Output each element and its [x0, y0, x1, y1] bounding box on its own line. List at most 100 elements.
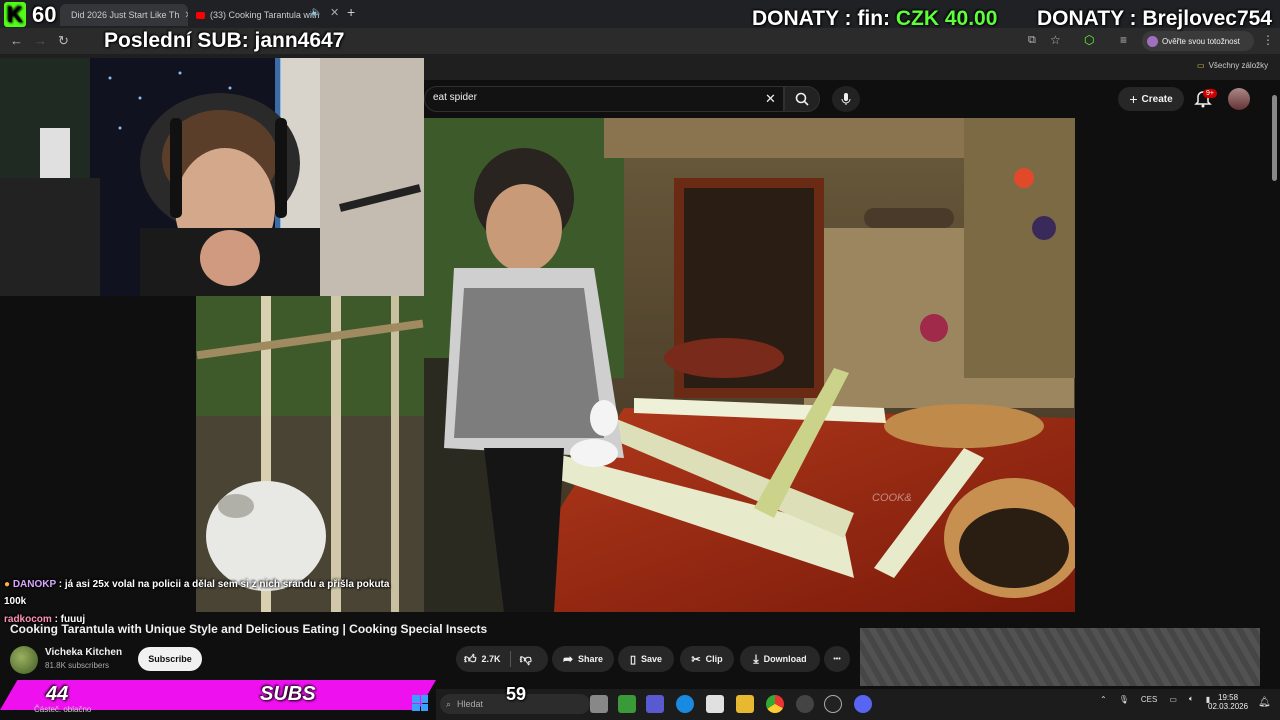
- like-count: 2.7K: [481, 654, 501, 664]
- download-button[interactable]: ⤓ Download: [740, 646, 820, 672]
- tab-1-label: Did 2026 Just Start Like Th: [71, 10, 180, 20]
- profile-button[interactable]: Ověřte svou totožnost: [1142, 31, 1254, 51]
- edge-icon[interactable]: [676, 695, 694, 713]
- dislike-button[interactable]: 👎︎: [520, 652, 532, 667]
- chevron-up-icon[interactable]: ⌃: [1100, 695, 1107, 704]
- last-sub-overlay: Poslední SUB: jann4647: [104, 29, 345, 52]
- mic-icon[interactable]: 🎙︎: [1119, 695, 1129, 704]
- clear-search-icon[interactable]: ✕: [765, 91, 776, 107]
- language-indicator[interactable]: CES: [1141, 695, 1157, 704]
- scissors-icon: ✂: [691, 653, 701, 666]
- kick-viewer-counter: K 60: [4, 2, 57, 28]
- star-icon[interactable]: ☆: [1050, 33, 1061, 47]
- profile-button-label: Ověřte svou totožnost: [1162, 36, 1240, 46]
- streamer-webcam: [0, 58, 424, 296]
- garden-fence-frame: [196, 296, 424, 612]
- save-button[interactable]: ▯ Save: [618, 646, 674, 672]
- menu-icon[interactable]: ⋮: [1262, 33, 1274, 47]
- voice-search-button[interactable]: [832, 86, 860, 112]
- sidebar-recommendations: [1075, 118, 1280, 612]
- teams-icon[interactable]: [646, 695, 664, 713]
- video-left-extension: [196, 296, 424, 612]
- create-button[interactable]: + Create: [1118, 87, 1184, 111]
- account-avatar[interactable]: [1228, 88, 1250, 110]
- donation-overlay-2: DONATY : Brejlovec754: [1037, 7, 1272, 30]
- download-label: Download: [763, 654, 807, 664]
- volume-icon[interactable]: 🔈︎: [1189, 694, 1194, 704]
- ad-placeholder: [860, 628, 1260, 686]
- chat-user-icon: ●: [4, 579, 11, 590]
- reload-icon[interactable]: ↻: [58, 33, 69, 49]
- subscribe-button[interactable]: Subscribe: [138, 647, 202, 671]
- media-icon[interactable]: ≡: [1120, 33, 1127, 47]
- forward-icon[interactable]: →: [34, 33, 47, 48]
- plus-icon: +: [1129, 91, 1138, 107]
- clip-button[interactable]: ✂ Clip: [680, 646, 734, 672]
- search-button[interactable]: [784, 86, 820, 112]
- new-tab-button[interactable]: +: [347, 4, 355, 20]
- video-watermark: COOK&: [872, 492, 912, 504]
- windows-start-icon[interactable]: [412, 695, 428, 711]
- install-icon[interactable]: ⧉: [1028, 34, 1036, 47]
- search-input[interactable]: [433, 92, 753, 103]
- chat-username: radkocom: [4, 614, 52, 625]
- taskbar-search-label: Hledat: [457, 699, 484, 709]
- discord-icon[interactable]: [854, 695, 872, 713]
- donation-overlay-1: DONATY : fin: CZK 40.00: [752, 7, 997, 31]
- youtube-favicon-icon: [196, 11, 205, 19]
- tab-1[interactable]: Did 2026 Just Start Like Th ✕: [60, 4, 188, 26]
- search-box[interactable]: ✕: [424, 86, 784, 112]
- more-actions-button[interactable]: •••: [824, 646, 850, 672]
- video-player[interactable]: COOK&: [424, 118, 1075, 612]
- chat-message: ● DANOKP : já asi 25x volal na policii a…: [4, 579, 389, 590]
- thumbs-down-icon: 👎︎: [519, 651, 532, 666]
- tab-2[interactable]: (33) Cooking Tarantula with: [190, 4, 330, 26]
- minecraft-icon[interactable]: [618, 695, 636, 713]
- save-label: Save: [641, 654, 663, 664]
- profile-avatar-icon: [1147, 35, 1158, 47]
- task-view-icon[interactable]: [590, 695, 608, 713]
- kick-count: 60: [32, 2, 57, 27]
- chat-text: : fuuuj: [51, 614, 86, 625]
- like-button[interactable]: 👍︎ 2.7K: [464, 652, 501, 667]
- taskbar-clock[interactable]: 19:58 02.03.2026: [1208, 693, 1248, 711]
- all-bookmarks[interactable]: ▭ Všechny záložky: [1197, 61, 1268, 70]
- back-icon[interactable]: ←: [10, 33, 23, 48]
- file-explorer-icon[interactable]: [736, 695, 754, 713]
- channel-avatar[interactable]: [10, 646, 38, 674]
- thumbs-up-icon: 👍︎: [464, 651, 477, 666]
- chrome-icon[interactable]: [766, 695, 784, 713]
- chat-message: 100k: [4, 596, 26, 607]
- create-label: Create: [1141, 93, 1173, 105]
- close-icon[interactable]: ✕: [184, 10, 188, 21]
- speaker-icon[interactable]: 🔈: [310, 7, 322, 18]
- channel-name[interactable]: Vicheka Kitchen: [45, 647, 122, 658]
- like-dislike-group: 👍︎ 2.7K 👎︎: [456, 646, 548, 672]
- network-icon[interactable]: ▭: [1169, 695, 1177, 704]
- clock-date: 02.03.2026: [1208, 702, 1249, 711]
- webcam-overlay: [0, 58, 424, 296]
- share-icon: ➦: [562, 652, 574, 666]
- chat-text: : já asi 25x volal na policii a dělal se…: [55, 579, 390, 590]
- divider: [509, 651, 511, 667]
- tab-2-label: (33) Cooking Tarantula with: [210, 10, 320, 20]
- close-icon[interactable]: ✕: [330, 6, 339, 19]
- scrollbar[interactable]: [1272, 95, 1277, 181]
- media-player-icon[interactable]: [824, 695, 842, 713]
- video-frame: [424, 118, 1075, 612]
- weather-text: Částeč. oblačno: [34, 705, 92, 714]
- chat-text: 100k: [4, 596, 27, 607]
- donation-1-amount: CZK 40.00: [895, 7, 998, 30]
- channel-subscriber-count: 81.8K subscribers: [45, 661, 110, 670]
- chat-message: radkocom : fuuuj: [4, 614, 85, 625]
- search-icon: ⌕: [446, 698, 452, 709]
- clip-label: Clip: [705, 654, 723, 664]
- notification-icon[interactable]: 🔔︎: [1258, 697, 1271, 708]
- subs-label: SUBS: [260, 683, 316, 705]
- obs-icon[interactable]: [796, 695, 814, 713]
- share-button[interactable]: ➦ Share: [552, 646, 614, 672]
- store-icon[interactable]: [706, 695, 724, 713]
- extension-icon[interactable]: ⬡: [1084, 33, 1094, 47]
- donation-1-prefix: DONATY : fin:: [752, 7, 896, 30]
- follow-count-overlay: 59: [506, 684, 527, 704]
